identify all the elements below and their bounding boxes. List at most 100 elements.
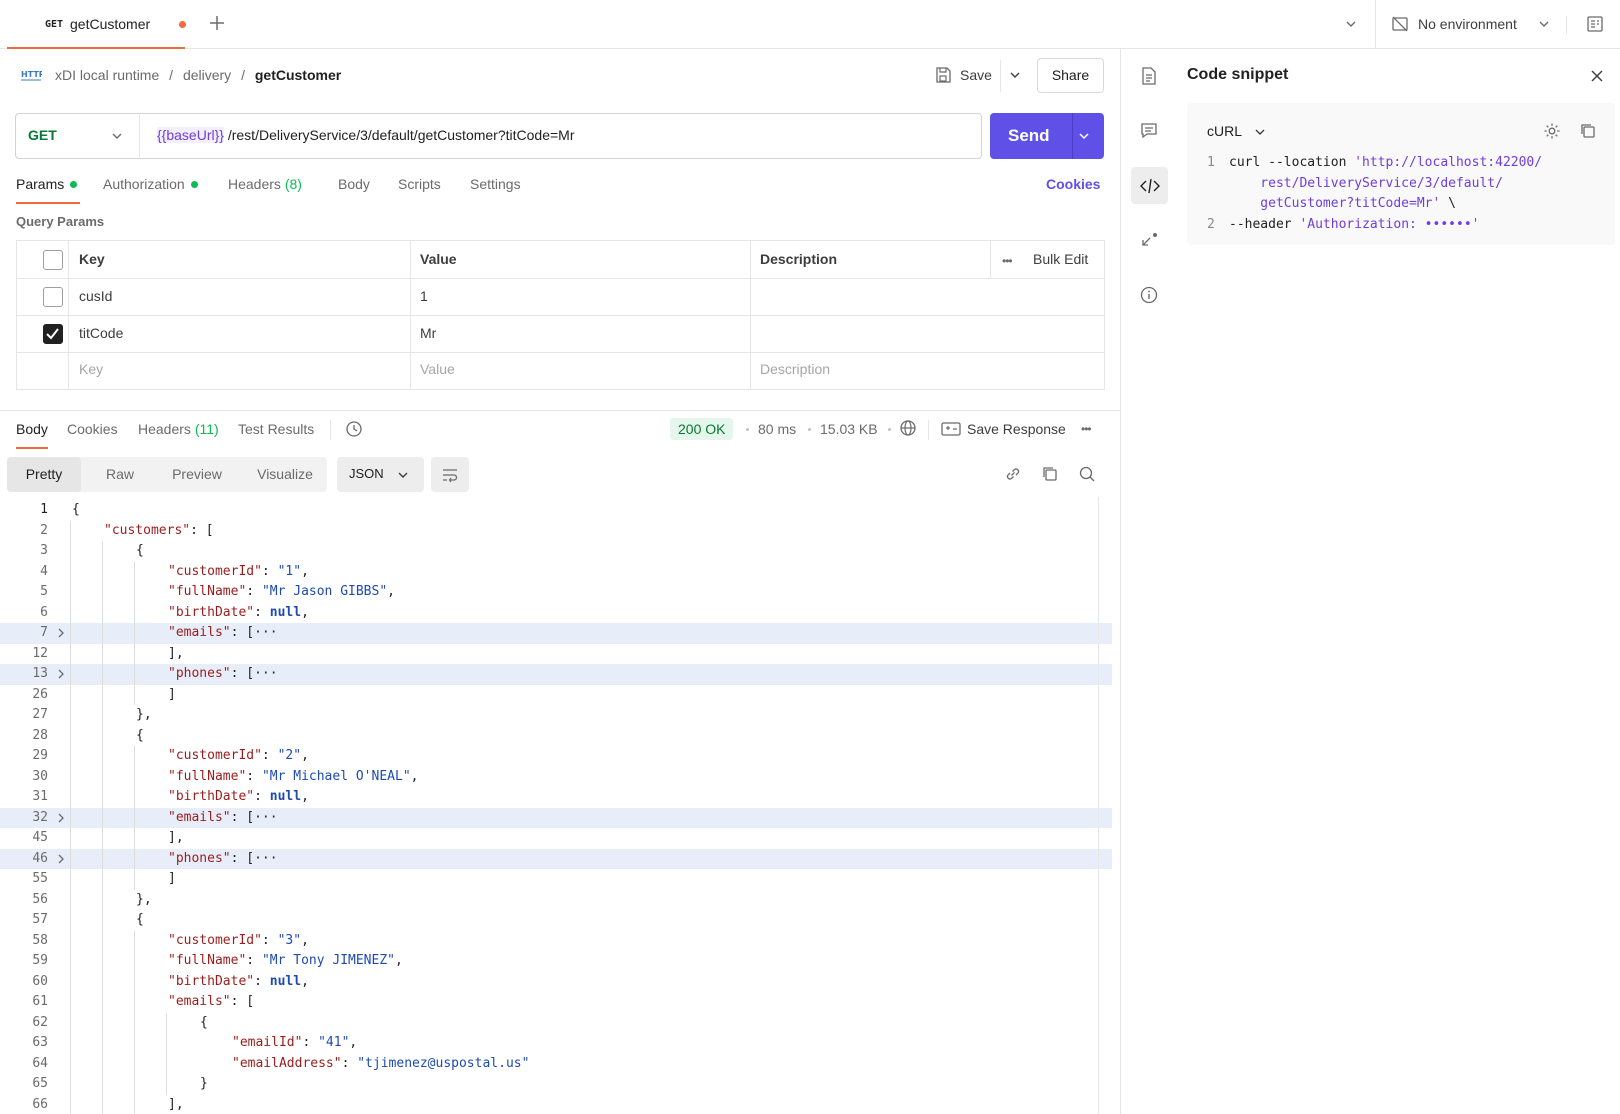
fold-chevron-icon[interactable] (56, 849, 66, 869)
response-time[interactable]: 80 ms (758, 421, 796, 437)
code-text: { (136, 726, 144, 747)
divider (1000, 60, 1001, 92)
language-selector[interactable]: cURL (1207, 123, 1242, 139)
response-body-editor[interactable]: 1{2 "customers": [3{4 "customerId": "1", 5 "… (0, 497, 1112, 1114)
new-tab-plus-icon[interactable] (208, 14, 226, 32)
divider (17, 278, 1104, 279)
snippet-settings-gear-icon[interactable] (1542, 121, 1562, 141)
share-button[interactable]: Share (1037, 58, 1104, 93)
copy-snippet-icon[interactable] (1579, 122, 1597, 140)
environment-quick-look-icon[interactable] (1586, 15, 1604, 33)
response-tab-cookies[interactable]: Cookies (67, 421, 118, 437)
code-text: }, (136, 705, 152, 726)
tab-settings[interactable]: Settings (470, 176, 521, 192)
param-checkbox-titcode[interactable] (43, 324, 63, 344)
view-mode-preview[interactable]: Preview (157, 457, 237, 492)
send-options-chevron-icon[interactable] (1077, 129, 1091, 143)
column-header-key: Key (79, 251, 105, 267)
environment-chevron-icon[interactable] (1537, 17, 1551, 31)
new-param-value-input[interactable]: Value (420, 361, 455, 377)
code-snippet-tab[interactable] (1131, 167, 1168, 204)
tab-params[interactable]: Params (16, 176, 80, 204)
status-badge[interactable]: 200 OK (670, 418, 734, 440)
save-options-chevron-icon[interactable] (1008, 68, 1022, 82)
copy-icon[interactable] (1041, 465, 1059, 483)
cookies-link[interactable]: Cookies (1046, 176, 1100, 192)
divider (17, 315, 1104, 316)
line-number: 62 (32, 1014, 48, 1030)
http-icon: HTTP (20, 67, 42, 83)
info-icon[interactable] (1140, 286, 1158, 304)
param-key[interactable]: cusId (79, 288, 112, 304)
view-mode-raw[interactable]: Raw (85, 457, 155, 492)
code-token: "fullName" (168, 953, 247, 968)
code-token: : [··· (230, 809, 278, 825)
comments-icon[interactable] (1140, 121, 1158, 139)
view-mode-pretty[interactable]: Pretty (7, 457, 81, 492)
network-globe-icon[interactable] (899, 419, 917, 437)
close-icon[interactable] (1589, 68, 1605, 84)
response-tab-test-results[interactable]: Test Results (238, 421, 314, 437)
more-options-icon[interactable]: ••• (1002, 254, 1013, 268)
indent-guide (134, 561, 135, 705)
search-icon[interactable] (1078, 465, 1096, 483)
column-header-description: Description (760, 251, 838, 267)
documentation-icon[interactable] (1140, 66, 1158, 86)
tab-authorization[interactable]: Authorization (103, 176, 198, 192)
save-button[interactable]: Save (960, 67, 992, 83)
separator-dot (808, 428, 811, 431)
history-icon[interactable] (345, 420, 363, 438)
line-number: 57 (32, 912, 48, 927)
url-variable[interactable]: {{baseUrl}} (157, 127, 224, 143)
fold-chevron-icon[interactable] (56, 808, 66, 828)
environment-selector[interactable]: No environment (1418, 16, 1517, 32)
wrap-lines-button[interactable] (431, 457, 469, 492)
param-value[interactable]: Mr (420, 325, 436, 341)
request-tab[interactable]: GET getCustomer (7, 0, 186, 49)
save-icon[interactable] (934, 66, 952, 84)
headers-count: (8) (284, 176, 302, 192)
no-environment-icon (1391, 15, 1409, 33)
breadcrumb-separator: / (241, 67, 245, 83)
method-selector[interactable]: GET (15, 113, 140, 159)
param-value[interactable]: 1 (420, 288, 428, 304)
tabs-dropdown-chevron-icon[interactable] (1344, 17, 1358, 31)
select-all-checkbox[interactable] (43, 250, 63, 270)
tab-scripts[interactable]: Scripts (398, 176, 441, 192)
code-text: ], (168, 644, 184, 665)
new-param-description-input[interactable]: Description (760, 361, 830, 377)
line-number: 30 (32, 768, 48, 784)
code-line: 3{ (0, 541, 1112, 562)
new-param-key-input[interactable]: Key (79, 361, 103, 377)
editor-scrollbar-track[interactable] (1098, 497, 1099, 1114)
more-options-icon[interactable]: ••• (1081, 422, 1092, 436)
checkmark-icon (46, 328, 59, 340)
save-response-button[interactable]: Save Response (967, 421, 1066, 437)
fold-chevron-icon[interactable] (56, 623, 66, 643)
save-response-icon[interactable] (941, 420, 961, 438)
code-token: "birthDate" (168, 604, 255, 620)
url-input[interactable]: {{baseUrl}} /rest/DeliveryService/3/defa… (157, 127, 575, 143)
format-selector[interactable]: JSON (337, 457, 424, 492)
fold-chevron-icon[interactable] (56, 664, 66, 684)
code-text: ] (168, 869, 176, 890)
line-number: 45 (32, 830, 48, 845)
link-icon[interactable] (1004, 465, 1022, 483)
breadcrumb-request[interactable]: getCustomer (255, 67, 341, 83)
param-checkbox-cusid[interactable] (43, 287, 63, 307)
code-line: 46 "phones": [··· (0, 848, 1112, 869)
tab-headers[interactable]: Headers (8) (228, 176, 302, 192)
param-key[interactable]: titCode (79, 325, 123, 341)
language-chevron-icon[interactable] (1253, 125, 1267, 139)
response-size[interactable]: 15.03 KB (820, 421, 878, 437)
breadcrumb-workspace[interactable]: xDI local runtime (55, 67, 159, 83)
view-mode-visualize[interactable]: Visualize (243, 457, 327, 492)
tab-body[interactable]: Body (338, 176, 370, 192)
related-collections-icon[interactable] (1140, 230, 1160, 250)
code-token: "emails" (168, 994, 231, 1009)
response-tab-headers[interactable]: Headers (11) (138, 421, 219, 437)
response-tab-headers-label: Headers (138, 421, 191, 437)
breadcrumb-folder[interactable]: delivery (183, 67, 231, 83)
bulk-edit-button[interactable]: Bulk Edit (1033, 251, 1088, 267)
response-tab-body[interactable]: Body (16, 421, 48, 449)
